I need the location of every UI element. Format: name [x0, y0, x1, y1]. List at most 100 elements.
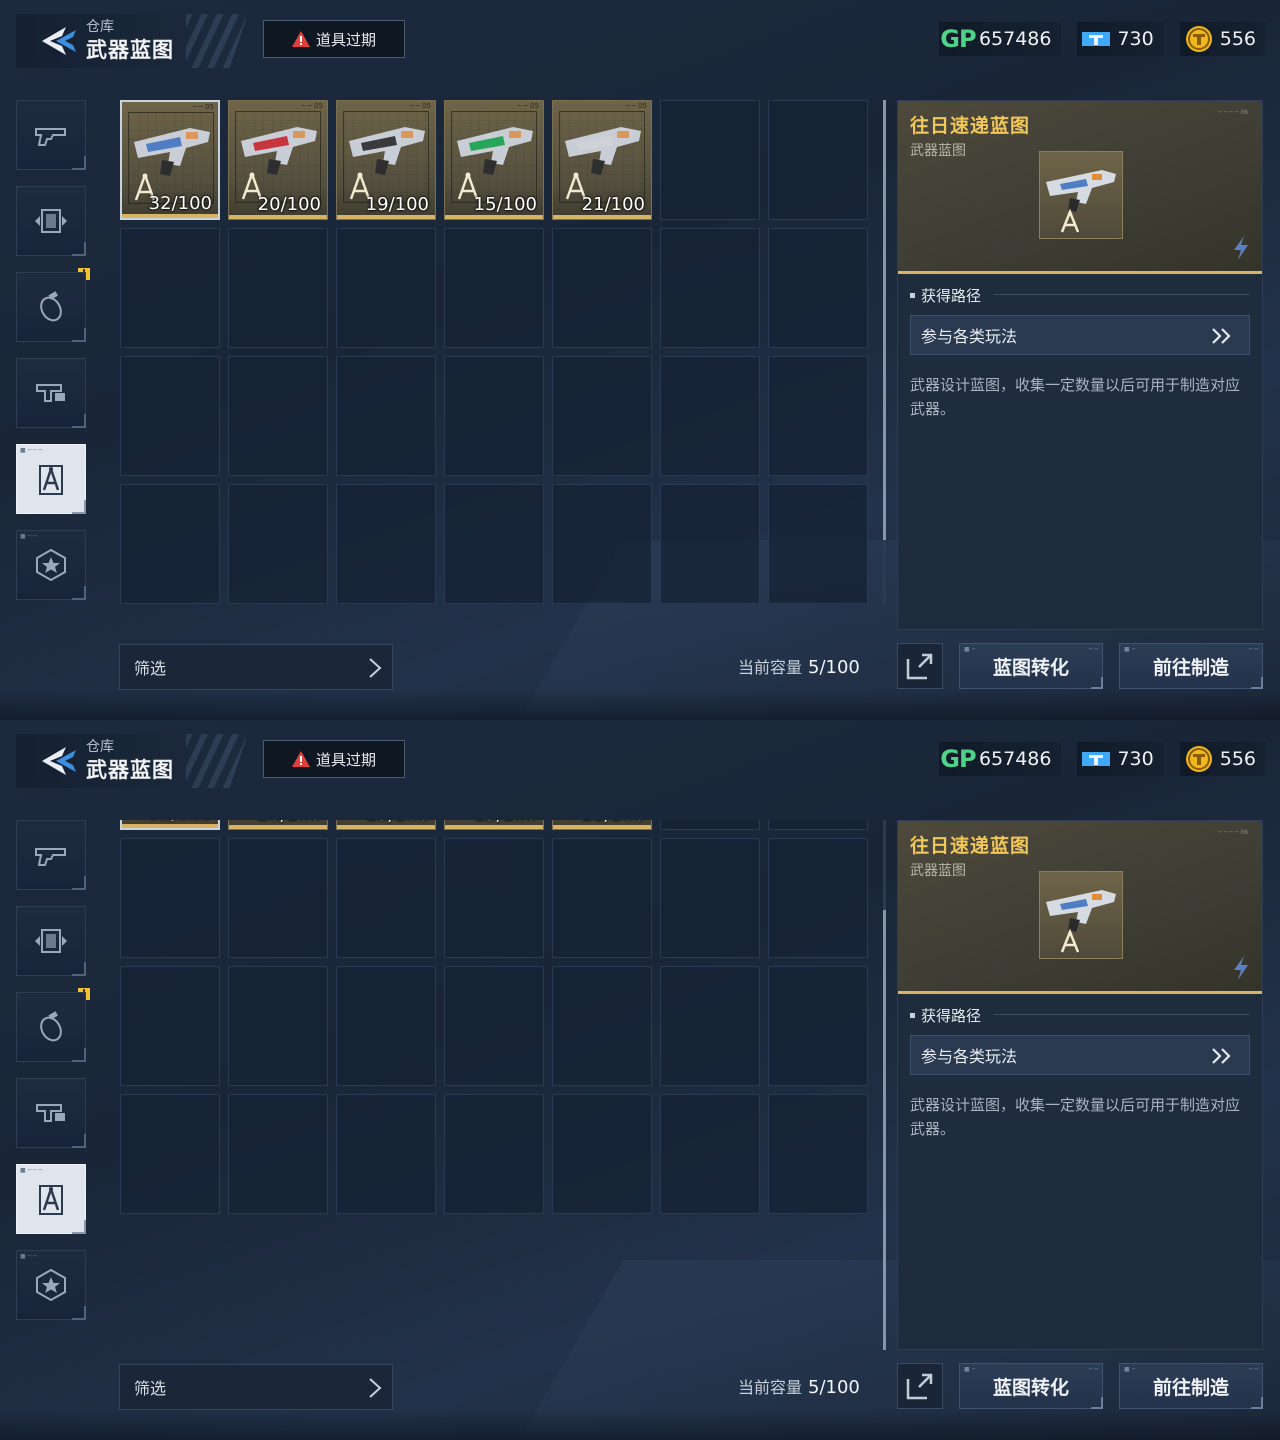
- gp-icon: GP: [940, 25, 976, 53]
- item-count: 15/100: [445, 820, 537, 825]
- expired-label: 道具过期: [315, 750, 376, 769]
- empty-slot: [336, 966, 436, 1086]
- empty-slot: [444, 356, 544, 476]
- item-type: 武器蓝图: [910, 863, 966, 879]
- blueprint-slot[interactable]: ─ ─ 0520/100: [228, 100, 328, 220]
- item-count: 21/100: [581, 194, 645, 215]
- ticket-icon: [1081, 26, 1111, 52]
- tab-weapons[interactable]: [16, 820, 86, 890]
- empty-slot: [552, 356, 652, 476]
- scrollbar-thumb[interactable]: [883, 910, 886, 1350]
- blueprint-slot[interactable]: ─ ─ 0515/100: [444, 820, 544, 830]
- empty-slot: [660, 228, 760, 348]
- empty-slot: [552, 1094, 652, 1214]
- expired-items-button[interactable]: 道具过期: [263, 20, 405, 58]
- item-count: 20/100: [229, 820, 321, 825]
- blueprint-slot[interactable]: ─ ─ 0521/100: [552, 820, 652, 830]
- gun-part-icon: [36, 1104, 65, 1122]
- empty-slot: [768, 100, 868, 220]
- tab-blueprints[interactable]: ■ ─ ─ ─: [16, 444, 86, 514]
- empty-slot: [768, 966, 868, 1086]
- convert-blueprint-button[interactable]: ■ ─ ─ ─ 蓝图转化: [959, 1363, 1103, 1409]
- back-button[interactable]: 仓库 武器蓝图: [16, 734, 248, 788]
- coin-currency[interactable]: 556: [1179, 22, 1266, 56]
- gp-value: 657486: [978, 28, 1052, 50]
- screen-bottom: 仓库 武器蓝图 道具过期 GP 657486 730 556 !: [0, 720, 1280, 1440]
- gp-currency[interactable]: GP 657486: [938, 742, 1062, 776]
- ticket-currency[interactable]: 730: [1077, 742, 1164, 776]
- pistol-icon: [35, 128, 66, 146]
- item-count: 32/100: [122, 820, 212, 824]
- ticket-icon: [1081, 746, 1111, 772]
- pistol-icon: [35, 848, 66, 866]
- expired-label: 道具过期: [315, 30, 376, 49]
- tab-badges[interactable]: ■ ─ ─: [16, 1250, 86, 1320]
- capacity-value: 5/100: [808, 1377, 860, 1398]
- convert-blueprint-button[interactable]: ■ ─ ─ ─ 蓝图转化: [959, 643, 1103, 689]
- expand-icon: [906, 1373, 933, 1400]
- filter-label: 筛选: [134, 659, 167, 678]
- tab-weapons[interactable]: [16, 100, 86, 170]
- empty-slot: [336, 356, 436, 476]
- expand-button[interactable]: [897, 643, 943, 689]
- empty-slot: [444, 228, 544, 348]
- filter-dropdown[interactable]: 筛选: [119, 1364, 393, 1410]
- coin-value: 556: [1219, 748, 1256, 770]
- section-title: 获得路径: [910, 1005, 981, 1026]
- blueprint-slot[interactable]: ─ ─ 0519/100: [336, 820, 436, 830]
- grenade-icon: [40, 291, 62, 322]
- filter-label: 筛选: [134, 1379, 167, 1398]
- tab-badges[interactable]: ■ ─ ─: [16, 530, 86, 600]
- empty-slot: [120, 356, 220, 476]
- acquire-route-button[interactable]: 参与各类玩法: [910, 1035, 1250, 1075]
- empty-slot: [120, 228, 220, 348]
- chevron-right-icon: [369, 1378, 382, 1398]
- blueprint-slot[interactable]: ─ ─ 0519/100: [336, 100, 436, 220]
- tab-blueprints[interactable]: ■ ─ ─ ─: [16, 1164, 86, 1234]
- tab-consumables[interactable]: [16, 992, 86, 1062]
- blueprint-slot[interactable]: ─ ─ 0532/100: [120, 100, 220, 220]
- expand-button[interactable]: [897, 1363, 943, 1409]
- coin-currency[interactable]: 556: [1179, 742, 1266, 776]
- capacity-label: 当前容量: [738, 658, 803, 677]
- capacity-label: 当前容量: [738, 1378, 803, 1397]
- expired-items-button[interactable]: 道具过期: [263, 740, 405, 778]
- blueprint-slot[interactable]: ─ ─ 0521/100: [552, 100, 652, 220]
- tab-frames[interactable]: [16, 906, 86, 976]
- section-title: 获得路径: [910, 285, 981, 306]
- empty-slot: [660, 356, 760, 476]
- ticket-value: 730: [1117, 748, 1154, 770]
- empty-slot: [336, 228, 436, 348]
- blueprint-slot[interactable]: ─ ─ 0520/100: [228, 820, 328, 830]
- ticket-currency[interactable]: 730: [1077, 22, 1164, 56]
- empty-slot: [660, 1094, 760, 1214]
- detail-panel: ─ ─ ─ ─ 06 往日速递蓝图 武器蓝图 获得路径 参与各类玩法 武器设计蓝…: [897, 100, 1263, 630]
- blueprint-slot[interactable]: ─ ─ 0532/100: [120, 820, 220, 830]
- go-craft-button[interactable]: ■ ─ ─ ─ 前往制造: [1119, 1363, 1263, 1409]
- item-count: 21/100: [553, 820, 645, 825]
- acquire-route-button[interactable]: 参与各类玩法: [910, 315, 1250, 355]
- empty-slot: [444, 1094, 544, 1214]
- back-button[interactable]: 仓库 武器蓝图: [16, 14, 248, 68]
- tab-parts[interactable]: [16, 1078, 86, 1148]
- item-count: 32/100: [148, 193, 212, 214]
- item-count: 19/100: [337, 820, 429, 825]
- tab-consumables[interactable]: [16, 272, 86, 342]
- coin-icon: [1184, 746, 1214, 772]
- item-preview: [1039, 871, 1123, 959]
- tab-frames[interactable]: [16, 186, 86, 256]
- inventory-grid: ─ ─ 0532/100 ─ ─ 0520/100 ─ ─ 0519/100 ─ ─ …: [120, 820, 868, 1324]
- item-type: 武器蓝图: [910, 143, 966, 159]
- empty-slot: [120, 484, 220, 604]
- empty-slot: [660, 838, 760, 958]
- tab-parts[interactable]: [16, 358, 86, 428]
- frame-icon: [35, 929, 67, 953]
- blueprint-compass-icon: [39, 465, 63, 495]
- gp-currency[interactable]: GP 657486: [938, 22, 1062, 56]
- capacity-value: 5/100: [808, 657, 860, 678]
- blueprint-slot[interactable]: ─ ─ 0515/100: [444, 100, 544, 220]
- go-craft-button[interactable]: ■ ─ ─ ─ 前往制造: [1119, 643, 1263, 689]
- filter-dropdown[interactable]: 筛选: [119, 644, 393, 690]
- scrollbar-thumb[interactable]: [883, 100, 886, 540]
- warning-icon: [291, 751, 310, 767]
